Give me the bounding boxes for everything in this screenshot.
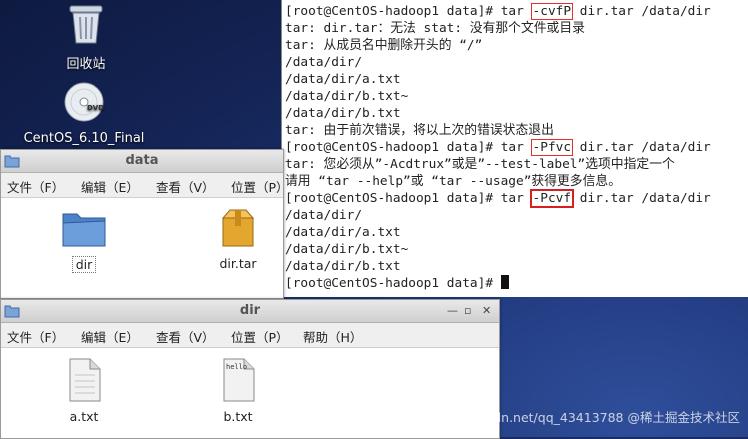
folder-item-label: dir (71, 256, 97, 273)
text-file-icon (69, 358, 101, 402)
file-item-dir-tar[interactable]: dir.tar (210, 206, 266, 271)
menu-view[interactable]: 查看（V） (156, 327, 215, 346)
file-preview-text: hello (226, 363, 247, 371)
terminal-line: tar: dir.tar：无法 stat: 没有那个文件或目录 (285, 20, 585, 37)
terminal-text: tar: 由于前次错误，将以上次的错误状态退出 (285, 123, 554, 138)
terminal-window[interactable]: [root@CentOS-hadoop1 data]# tar -cvfP di… (281, 0, 748, 297)
text-file-preview-icon: hello (223, 358, 255, 402)
terminal-line: [root@CentOS-hadoop1 data]# (285, 275, 509, 292)
terminal-text: [root@CentOS-hadoop1 data]# tar (285, 140, 532, 155)
terminal-text: /data/dir/a.txt (285, 72, 401, 87)
trash-icon (69, 5, 103, 44)
maximize-icon[interactable]: ▫ (464, 304, 471, 317)
menu-edit[interactable]: 编辑（E） (81, 177, 139, 196)
terminal-text: dir.tar /data/dir (572, 4, 711, 19)
menu-bar: 文件（F） 编辑（E） 查看（V） 位置（P） (1, 173, 289, 198)
menu-file[interactable]: 文件（F） (7, 327, 64, 346)
file-view: dir dir.tar (1, 198, 283, 298)
terminal-line: /data/dir/b.txt~ (285, 241, 408, 258)
terminal-line: [root@CentOS-hadoop1 data]# tar -cvfP di… (285, 3, 711, 20)
archive-icon (221, 209, 255, 247)
file-manager-data[interactable]: data 文件（F） 编辑（E） 查看（V） 位置（P） dir dir.tar (0, 149, 289, 299)
file-item-b-txt[interactable]: hello b.txt (210, 357, 266, 424)
terminal-text: /data/dir/a.txt (285, 225, 401, 240)
terminal-text: /data/dir/b.txt (285, 259, 401, 274)
dvd-icon: DVD (64, 82, 104, 122)
desktop-icon-label: CentOS_6.10_Final (23, 131, 145, 146)
terminal-line: /data/dir/ (285, 54, 362, 71)
menu-file[interactable]: 文件（F） (7, 177, 64, 196)
file-item-label: dir.tar (219, 256, 257, 271)
terminal-text: dir.tar /data/dir (572, 140, 711, 155)
terminal-line: /data/dir/a.txt (285, 71, 401, 88)
terminal-text: tar: 您必须从”-Acdtrux”或是”--test-label”选项中指定… (285, 157, 675, 172)
highlighted-option: -Pfvc (530, 139, 574, 156)
terminal-line: [root@CentOS-hadoop1 data]# tar -Pcvf di… (285, 189, 711, 208)
menu-help[interactable]: 帮助（H） (303, 327, 362, 346)
desktop-icon-dvd[interactable]: DVD CentOS_6.10_Final (14, 80, 154, 146)
terminal-text: /data/dir/b.txt (285, 106, 401, 121)
terminal-line: [root@CentOS-hadoop1 data]# tar -Pfvc di… (285, 139, 711, 156)
terminal-text: 请用 “tar --help”或 “tar --usage”获得更多信息。 (285, 174, 621, 189)
terminal-text: tar: dir.tar：无法 stat: 没有那个文件或目录 (285, 21, 585, 36)
terminal-text: tar: 从成员名中删除开头的 “/” (285, 38, 483, 53)
desktop-icon-trash[interactable]: 回收站 (56, 2, 116, 72)
terminal-line: tar: 您必须从”-Acdtrux”或是”--test-label”选项中指定… (285, 156, 675, 173)
terminal-line: 请用 “tar --help”或 “tar --usage”获得更多信息。 (285, 173, 621, 190)
window-title: dir (239, 303, 261, 318)
menu-view[interactable]: 查看（V） (156, 177, 215, 196)
file-item-label: b.txt (223, 409, 253, 424)
terminal-cursor (500, 275, 509, 289)
terminal-text: /data/dir/ (285, 208, 363, 223)
terminal-line: tar: 从成员名中删除开头的 “/” (285, 37, 482, 54)
menu-places[interactable]: 位置（P） (231, 177, 289, 196)
folder-item-dir[interactable]: dir (56, 208, 112, 273)
menu-edit[interactable]: 编辑（E） (81, 327, 139, 346)
terminal-line: tar: 由于前次错误，将以上次的错误状态退出 (285, 122, 554, 139)
terminal-line: /data/dir/b.txt (285, 258, 401, 275)
file-item-a-txt[interactable]: a.txt (56, 357, 112, 424)
file-item-label: a.txt (69, 409, 99, 424)
terminal-text: [root@CentOS-hadoop1 data]# (285, 276, 501, 291)
terminal-text: dir.tar /data/dir (572, 191, 711, 206)
terminal-text: /data/dir/b.txt~ (285, 89, 409, 104)
watermark: https://blog.csdn.net/qq_43413788 @稀土掘金技… (404, 410, 740, 425)
terminal-text: /data/dir/ (285, 55, 363, 70)
terminal-line: /data/dir/a.txt (285, 224, 401, 241)
folder-icon (62, 213, 106, 247)
terminal-text: [root@CentOS-hadoop1 data]# tar (285, 191, 532, 206)
close-icon[interactable]: ✕ (482, 304, 491, 317)
terminal-line: /data/dir/b.txt (285, 105, 401, 122)
window-title: data (125, 153, 159, 168)
minimize-icon[interactable]: — (447, 304, 458, 317)
title-bar[interactable]: dir — ▫ ✕ (1, 300, 499, 323)
terminal-line: /data/dir/ (285, 207, 362, 224)
highlighted-option-strong: -Pcvf (529, 189, 575, 208)
desktop-icon-label: 回收站 (66, 57, 106, 72)
menu-places[interactable]: 位置（P） (231, 327, 289, 346)
title-bar[interactable]: data (1, 150, 283, 173)
terminal-text: [root@CentOS-hadoop1 data]# tar (285, 4, 532, 19)
terminal-text: /data/dir/b.txt~ (285, 242, 409, 257)
svg-text:DVD: DVD (87, 104, 104, 112)
terminal-line: /data/dir/b.txt~ (285, 88, 408, 105)
menu-bar: 文件（F） 编辑（E） 查看（V） 位置（P） 帮助（H） (1, 323, 499, 348)
highlighted-option: -cvfP (530, 3, 574, 20)
